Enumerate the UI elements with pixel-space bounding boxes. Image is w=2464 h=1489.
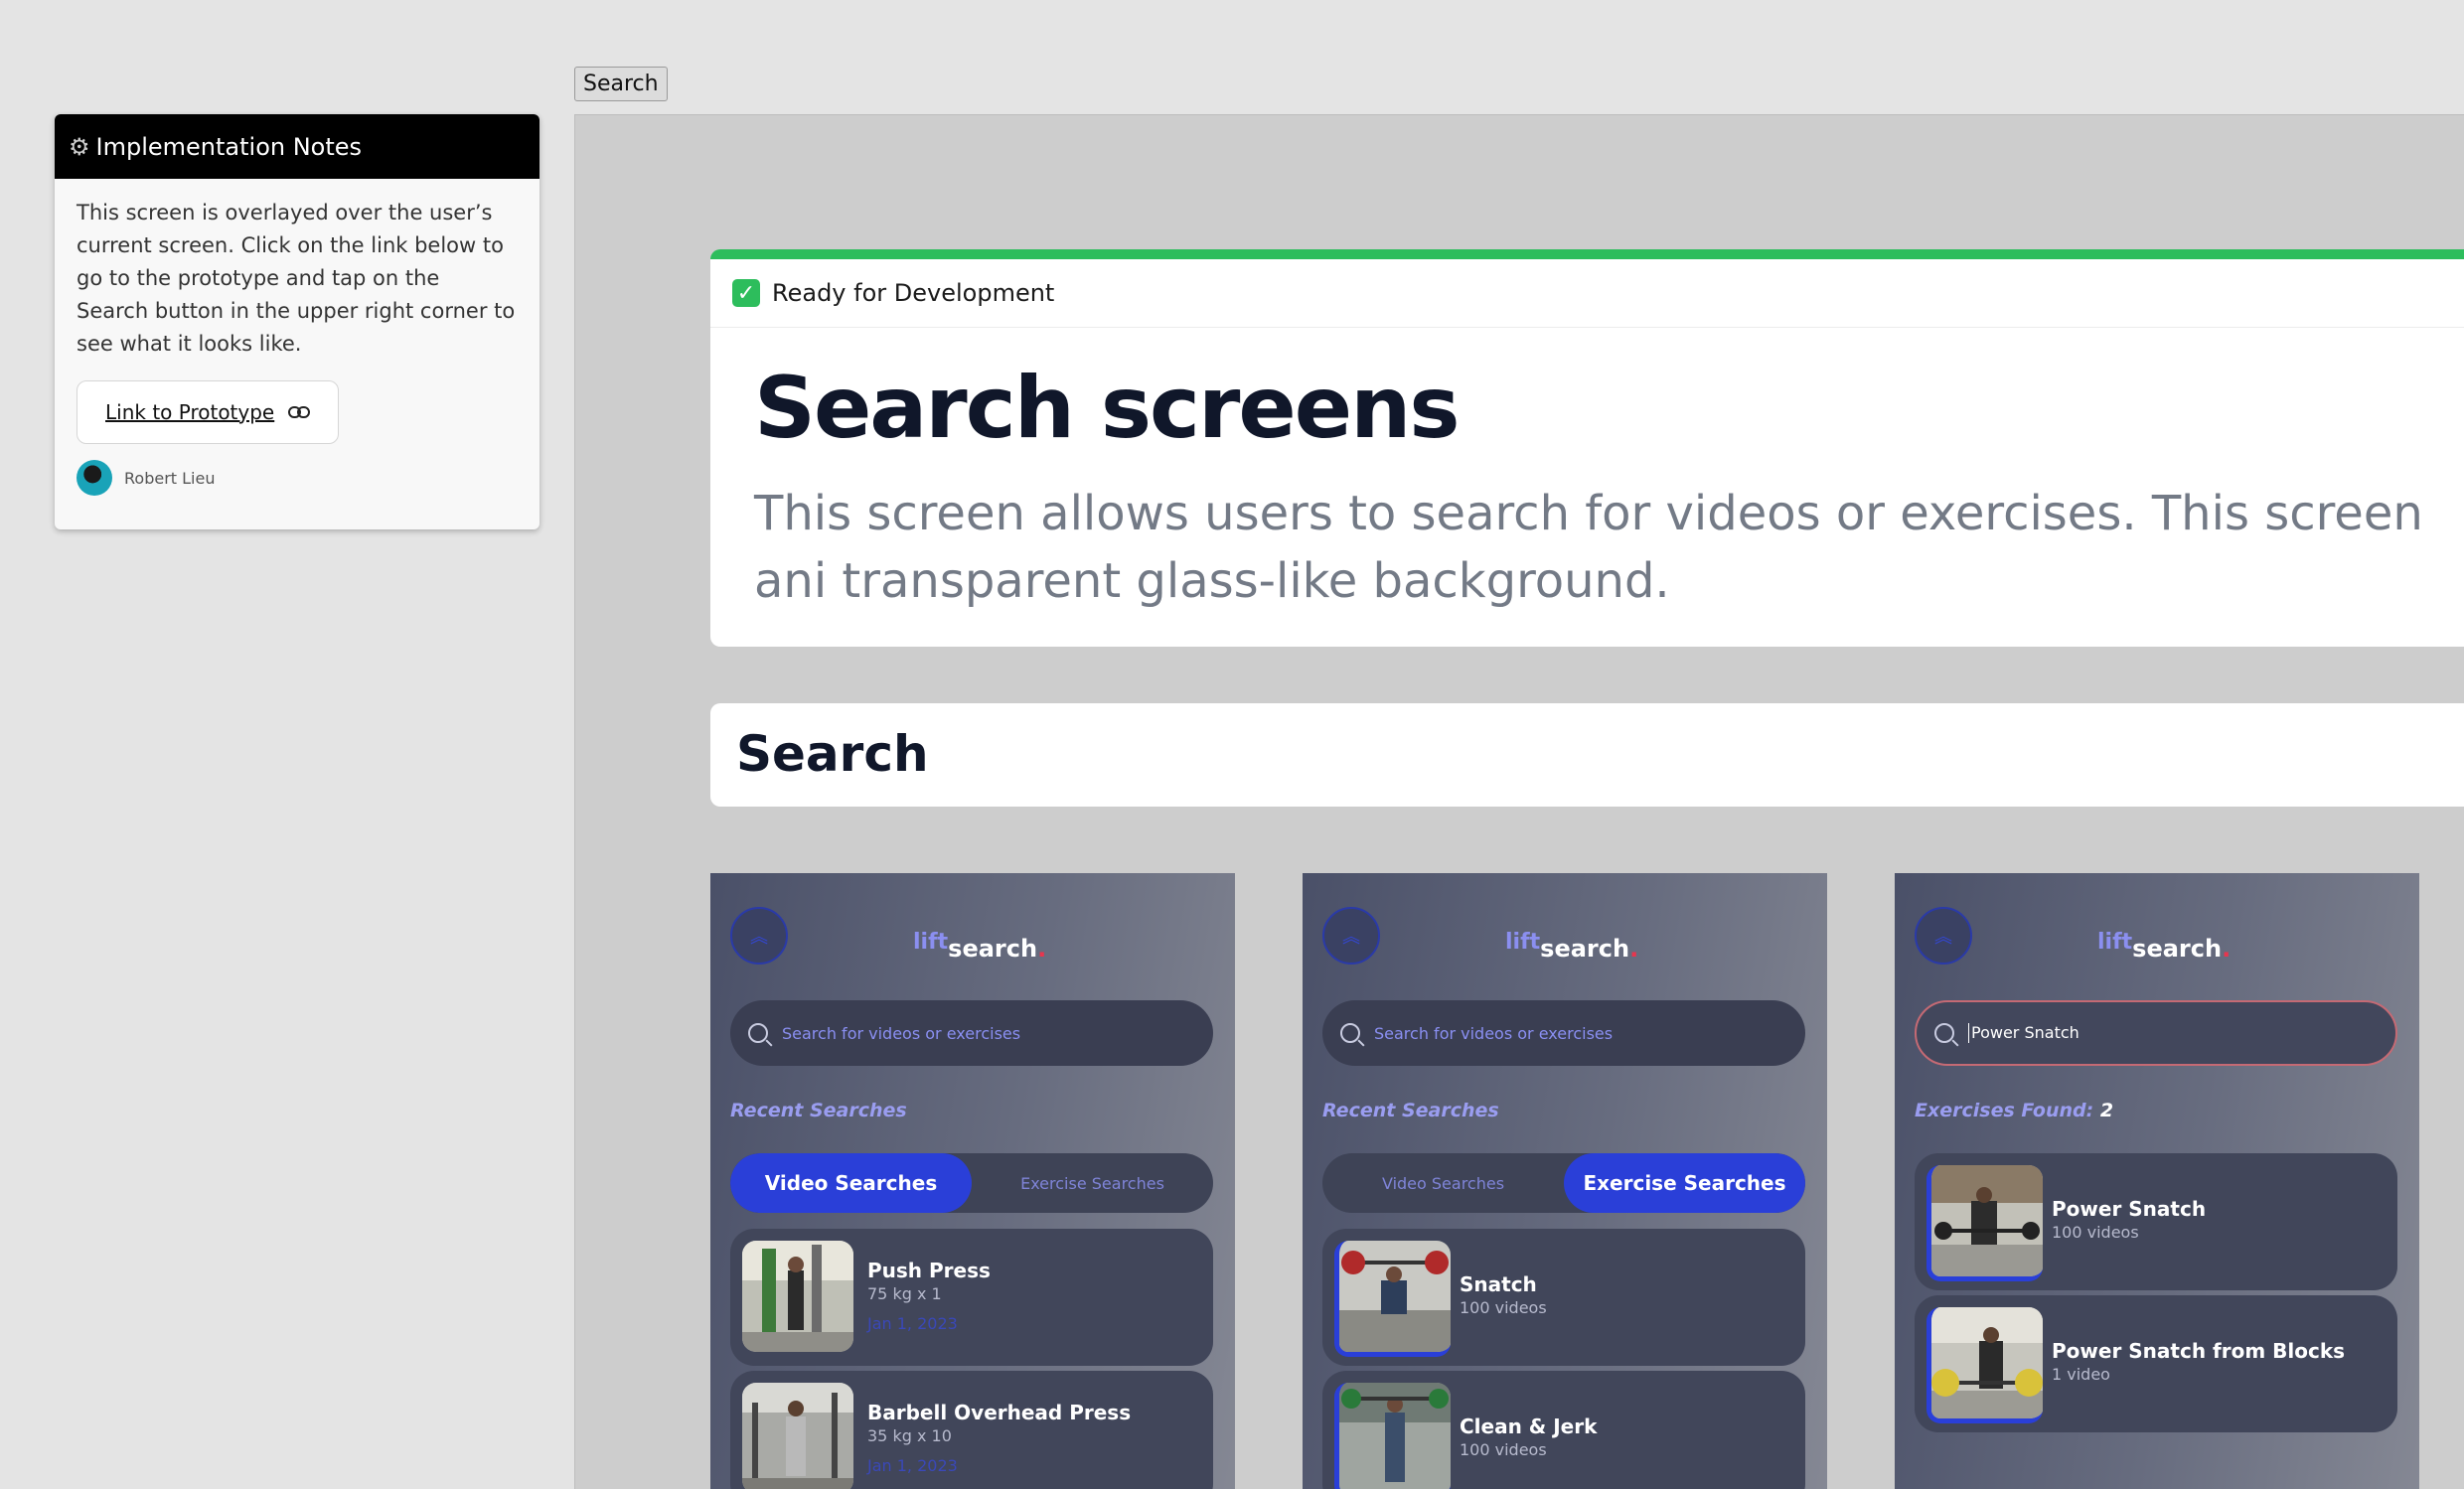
link-icon	[288, 396, 311, 429]
checkmark-icon: ✓	[732, 279, 760, 307]
search-icon	[1934, 1023, 1954, 1043]
tab-video-searches[interactable]: Video Searches	[1322, 1153, 1564, 1213]
search-input[interactable]: Search for videos or exercises	[1322, 1000, 1805, 1066]
section-title: Search	[736, 725, 929, 783]
video-thumbnail	[742, 1241, 853, 1352]
prototype-link-label: Link to Prototype	[105, 399, 275, 424]
item-date: Jan 1, 2023	[867, 1456, 958, 1475]
section-card: Search	[710, 703, 2464, 807]
item-subtitle: 35 kg x 10	[867, 1426, 952, 1445]
search-input[interactable]: Power Snatch	[1915, 1000, 2397, 1066]
tab-exercise-searches[interactable]: Exercise Searches	[972, 1153, 1213, 1213]
item-title: Power Snatch from Blocks	[2052, 1339, 2346, 1363]
design-canvas[interactable]: ✓ Ready for Development Search screens T…	[574, 114, 2464, 1489]
list-item[interactable]: Power Snatch from Blocks 1 video	[1915, 1295, 2397, 1432]
collapse-icon[interactable]: ︽	[730, 907, 788, 965]
liftsearch-logo: liftsearch.	[1505, 930, 1639, 963]
prototype-link[interactable]: Link to Prototype	[77, 380, 340, 444]
video-thumbnail	[742, 1383, 853, 1489]
list-item[interactable]: Power Snatch 100 videos	[1915, 1153, 2397, 1290]
exercise-thumbnail	[1334, 1383, 1451, 1489]
phone-screen-exercise-searches: ︽ liftsearch. Search for videos or exerc…	[1303, 873, 1827, 1489]
tab-exercise-searches[interactable]: Exercise Searches	[1564, 1153, 1805, 1213]
item-date: Jan 1, 2023	[867, 1314, 958, 1333]
list-item[interactable]: Clean & Jerk 100 videos	[1322, 1371, 1805, 1489]
list-item[interactable]: Snatch 100 videos	[1322, 1229, 1805, 1366]
recent-searches-heading: Recent Searches	[1322, 1100, 1499, 1121]
implementation-notes-panel: ⚙ Implementation Notes This screen is ov…	[55, 114, 539, 529]
exercise-thumbnail	[1334, 1241, 1451, 1357]
page-title: Search screens	[754, 359, 1461, 458]
search-type-toggle: Video Searches Exercise Searches	[730, 1153, 1213, 1213]
search-button[interactable]: Search	[574, 67, 668, 101]
item-subtitle: 100 videos	[2052, 1223, 2139, 1242]
phone-screen-video-searches: ︽ liftsearch. Search for videos or exerc…	[710, 873, 1235, 1489]
item-subtitle: 100 videos	[1460, 1440, 1547, 1459]
item-title: Snatch	[1460, 1272, 1537, 1296]
exercise-thumbnail	[1926, 1307, 2043, 1423]
author-name: Robert Lieu	[124, 468, 216, 488]
recent-searches-heading: Recent Searches	[730, 1100, 907, 1121]
notes-title: Implementation Notes	[95, 132, 363, 161]
liftsearch-logo: liftsearch.	[913, 930, 1047, 963]
item-subtitle: 75 kg x 1	[867, 1284, 942, 1303]
list-item[interactable]: Push Press 75 kg x 1 Jan 1, 2023	[730, 1229, 1213, 1366]
item-title: Barbell Overhead Press	[867, 1401, 1132, 1424]
search-icon	[1340, 1023, 1360, 1043]
item-title: Power Snatch	[2052, 1197, 2207, 1221]
item-subtitle: 100 videos	[1460, 1298, 1547, 1317]
exercise-thumbnail	[1926, 1165, 2043, 1281]
item-title: Push Press	[867, 1259, 991, 1282]
search-icon	[748, 1023, 768, 1043]
status-label: Ready for Development	[772, 279, 1055, 307]
collapse-icon[interactable]: ︽	[1322, 907, 1380, 965]
tab-video-searches[interactable]: Video Searches	[730, 1153, 972, 1213]
gear-icon: ⚙	[69, 132, 90, 161]
author: Robert Lieu	[77, 460, 518, 496]
results-count-heading: Exercises Found: 2	[1915, 1100, 2114, 1121]
phone-screen-search-results: ︽ liftsearch. Power Snatch Exercises Fou…	[1895, 873, 2419, 1489]
list-item[interactable]: Barbell Overhead Press 35 kg x 10 Jan 1,…	[730, 1371, 1213, 1489]
search-type-toggle: Video Searches Exercise Searches	[1322, 1153, 1805, 1213]
avatar	[77, 460, 112, 496]
notes-text: This screen is overlayed over the user’s…	[77, 201, 516, 356]
liftsearch-logo: liftsearch.	[2097, 930, 2232, 963]
search-input[interactable]: Search for videos or exercises	[730, 1000, 1213, 1066]
item-subtitle: 1 video	[2052, 1365, 2110, 1384]
item-title: Clean & Jerk	[1460, 1415, 1598, 1438]
notes-header: ⚙ Implementation Notes	[55, 114, 539, 179]
page-description: This screen allows users to search for v…	[754, 486, 2423, 609]
status-card: ✓ Ready for Development Search screens T…	[710, 249, 2464, 647]
collapse-icon[interactable]: ︽	[1915, 907, 1972, 965]
